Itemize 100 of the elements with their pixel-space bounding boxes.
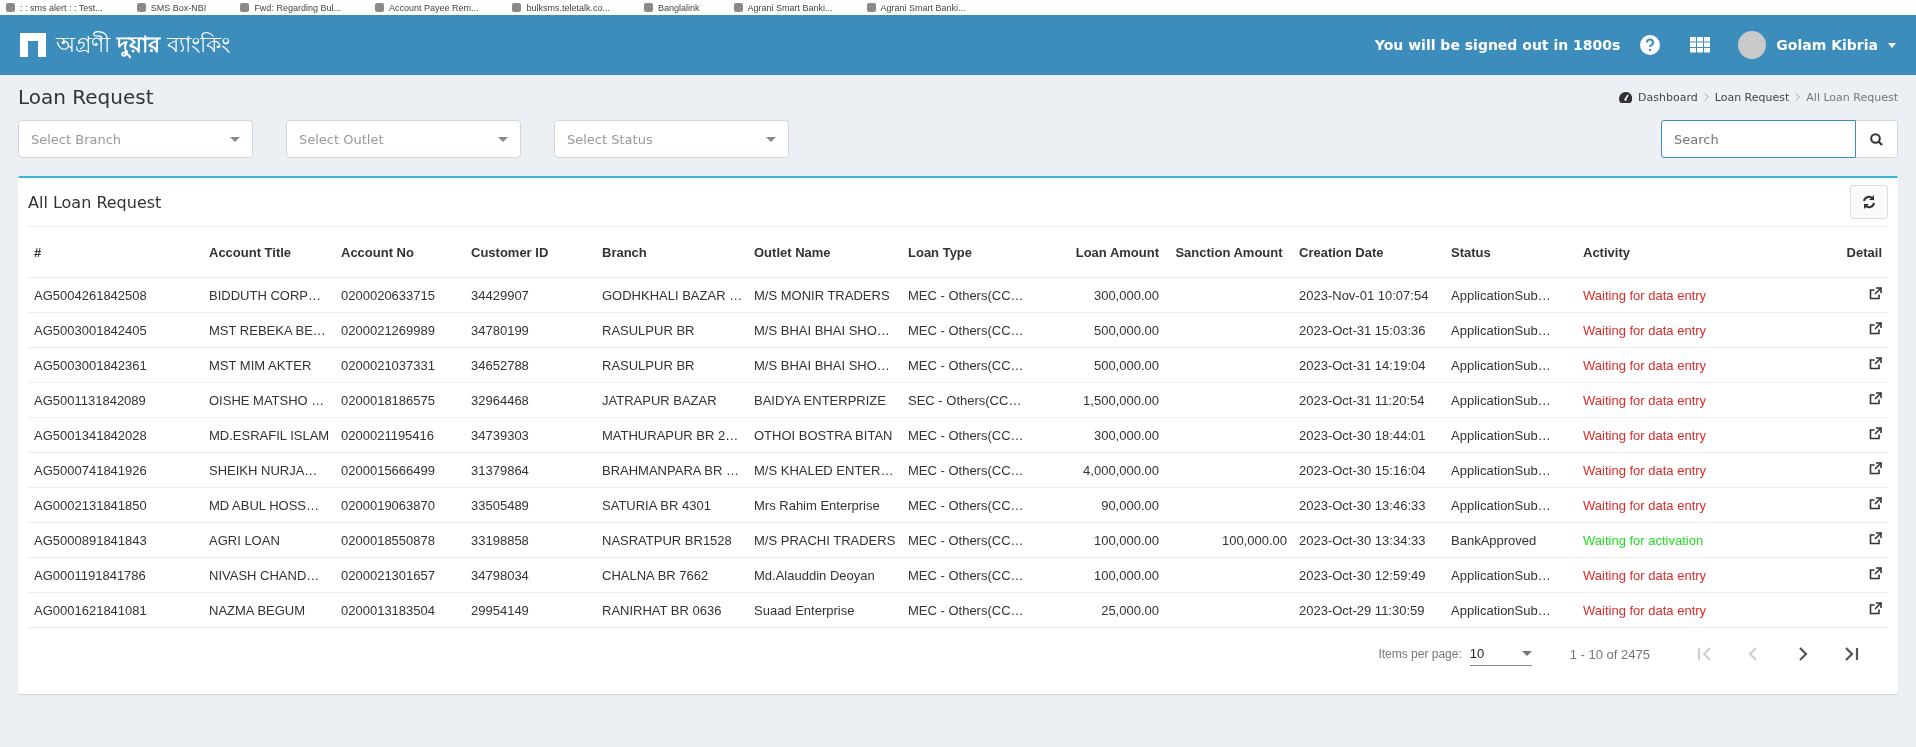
table-cell: 0200015666499 — [335, 452, 465, 488]
apps-grid-button[interactable] — [1690, 37, 1711, 53]
dashboard-icon — [1619, 91, 1633, 103]
search-field[interactable]: Search — [1661, 120, 1856, 158]
bookmark-link[interactable]: Agrani Smart Banki... — [733, 2, 833, 13]
table-cell: AG0001191841786 — [28, 557, 203, 593]
caret-icon — [766, 136, 776, 142]
table-cell: AG5000741841926 — [28, 452, 203, 488]
open-detail-button[interactable] — [1869, 427, 1882, 440]
table-cell: 29954149 — [465, 592, 596, 628]
external-link-icon — [1869, 392, 1882, 405]
table-cell: 2023-Oct-30 12:59:49 — [1293, 557, 1445, 593]
external-link-icon — [1869, 497, 1882, 510]
table-cell: MATHURAPUR BR 2… — [596, 417, 748, 453]
table-cell: CHALNA BR 7662 — [596, 557, 748, 593]
external-link-icon — [1869, 357, 1882, 370]
table-cell: 31379864 — [465, 452, 596, 488]
bookmark-favicon-icon — [240, 3, 250, 12]
bookmark-link[interactable]: bulksms.teletalk.co... — [512, 2, 610, 13]
open-detail-button[interactable] — [1869, 357, 1882, 370]
external-link-icon — [1869, 287, 1882, 300]
breadcrumb-current: All Loan Request — [1806, 90, 1898, 104]
table-cell: 33505489 — [465, 487, 596, 523]
table-cell: AG5001341842028 — [28, 417, 203, 453]
user-menu-button[interactable]: Golam Kibria — [1738, 31, 1896, 59]
table-cell: MST REBEKA BE… — [203, 312, 335, 348]
table-cell: BAIDYA ENTERPRIZE — [748, 382, 902, 418]
refresh-button[interactable] — [1850, 185, 1888, 219]
open-detail-button[interactable] — [1869, 462, 1882, 475]
bookmark-link[interactable]: Agrani Smart Banki... — [866, 2, 966, 13]
external-link-icon — [1869, 567, 1882, 580]
table-cell: NAZMA BEGUM — [203, 592, 335, 628]
table-cell: Md.Alauddin Deoyan — [748, 557, 902, 593]
open-detail-button[interactable] — [1869, 392, 1882, 405]
bookmark-link[interactable]: SMS Box-NBI — [136, 2, 207, 13]
open-detail-button[interactable] — [1869, 287, 1882, 300]
table-cell: BRAHMANPARA BR … — [596, 452, 748, 488]
bookmark-link[interactable]: Banglalink — [644, 2, 700, 13]
table-cell: ApplicationSub… — [1445, 312, 1577, 348]
table-cell: MEC - Others(CC… — [902, 452, 1020, 488]
breadcrumb-link[interactable]: Dashboard — [1638, 90, 1698, 104]
table-cell: 0200021195416 — [335, 417, 465, 453]
help-button[interactable] — [1640, 35, 1661, 55]
bookmark-favicon-icon — [374, 3, 384, 12]
table-cell: 0200013183504 — [335, 592, 465, 628]
table-cell: 2023-Oct-31 11:20:54 — [1293, 382, 1445, 418]
caret-icon — [1888, 42, 1896, 48]
items-per-page-label: Items per page: — [1378, 647, 1462, 661]
table-cell: RASULPUR BR — [596, 312, 748, 348]
table-cell: NIVASH CHAND… — [203, 557, 335, 593]
table-cell: M/S MONIR TRADERS — [748, 277, 902, 313]
bookmark-favicon-icon — [644, 3, 653, 12]
table-cell: ApplicationSub… — [1445, 452, 1577, 488]
table-cell: 100,000.00 — [1165, 522, 1293, 558]
table-cell: JATRAPUR BAZAR — [596, 382, 748, 418]
table-cell: MEC - Others(CC… — [902, 312, 1020, 348]
table-cell: MEC - Others(CC… — [902, 522, 1020, 558]
table-cell: 2023-Oct-30 15:16:04 — [1293, 452, 1445, 488]
bookmark-link[interactable]: Account Payee Rem... — [374, 2, 479, 13]
table-cell: 0200019063870 — [335, 487, 465, 523]
table-cell: Suaad Enterprise — [748, 592, 902, 628]
open-detail-button[interactable] — [1869, 497, 1882, 510]
bookmark-link[interactable]: : : sms alert : : Test... — [6, 2, 103, 13]
session-timeout-text: You will be signed out in 1800s — [1374, 37, 1621, 53]
column-header: Detail — [1777, 227, 1888, 278]
table-cell: 32964468 — [465, 382, 596, 418]
open-detail-button[interactable] — [1869, 322, 1882, 335]
table-cell: MD ABUL HOSS… — [203, 487, 335, 523]
caret-icon — [498, 136, 508, 142]
open-detail-button[interactable] — [1869, 602, 1882, 615]
brand-name: অগ্রণী দুয়ার ব্যাংকিং — [56, 30, 230, 61]
open-detail-button[interactable] — [1869, 567, 1882, 580]
table-cell: 34652788 — [465, 347, 596, 383]
table-cell: ApplicationSub… — [1445, 592, 1577, 628]
external-link-icon — [1869, 462, 1882, 475]
table-cell: GODHKHALI BAZAR … — [596, 277, 748, 313]
search-button[interactable] — [1856, 120, 1898, 158]
column-header: Loan Amount — [1020, 227, 1165, 278]
activity-status: Waiting for data entry — [1577, 557, 1777, 593]
table-cell: 2023-Oct-29 11:30:59 — [1293, 592, 1445, 628]
table-cell: 0200018550878 — [335, 522, 465, 558]
table-cell: AG5004261842508 — [28, 277, 203, 313]
page-size-select[interactable]: 10 — [1469, 642, 1532, 666]
table-cell: 0200021301657 — [335, 557, 465, 593]
table-cell: OISHE MATSHO … — [203, 382, 335, 418]
breadcrumb-link[interactable]: Loan Request — [1714, 90, 1790, 104]
table-cell: M/S BHAI BHAI SHO… — [748, 312, 902, 348]
activity-status: Waiting for activation — [1577, 522, 1777, 558]
table-cell: MEC - Others(CC… — [902, 417, 1020, 453]
open-detail-button[interactable] — [1869, 532, 1882, 545]
table-cell: BIDDUTH CORP… — [203, 277, 335, 313]
bookmark-link[interactable]: Fwd: Regarding Bul... — [240, 2, 341, 13]
bookmark-favicon-icon — [136, 3, 146, 12]
chevron-right-icon — [1703, 93, 1709, 101]
table-cell: 2023-Oct-31 14:19:04 — [1293, 347, 1445, 383]
table-cell: 2023-Nov-01 10:07:54 — [1293, 277, 1445, 313]
activity-status: Waiting for data entry — [1577, 312, 1777, 348]
activity-status: Waiting for data entry — [1577, 452, 1777, 488]
help-icon — [1640, 35, 1661, 55]
table-cell: 2023-Oct-30 13:46:33 — [1293, 487, 1445, 523]
